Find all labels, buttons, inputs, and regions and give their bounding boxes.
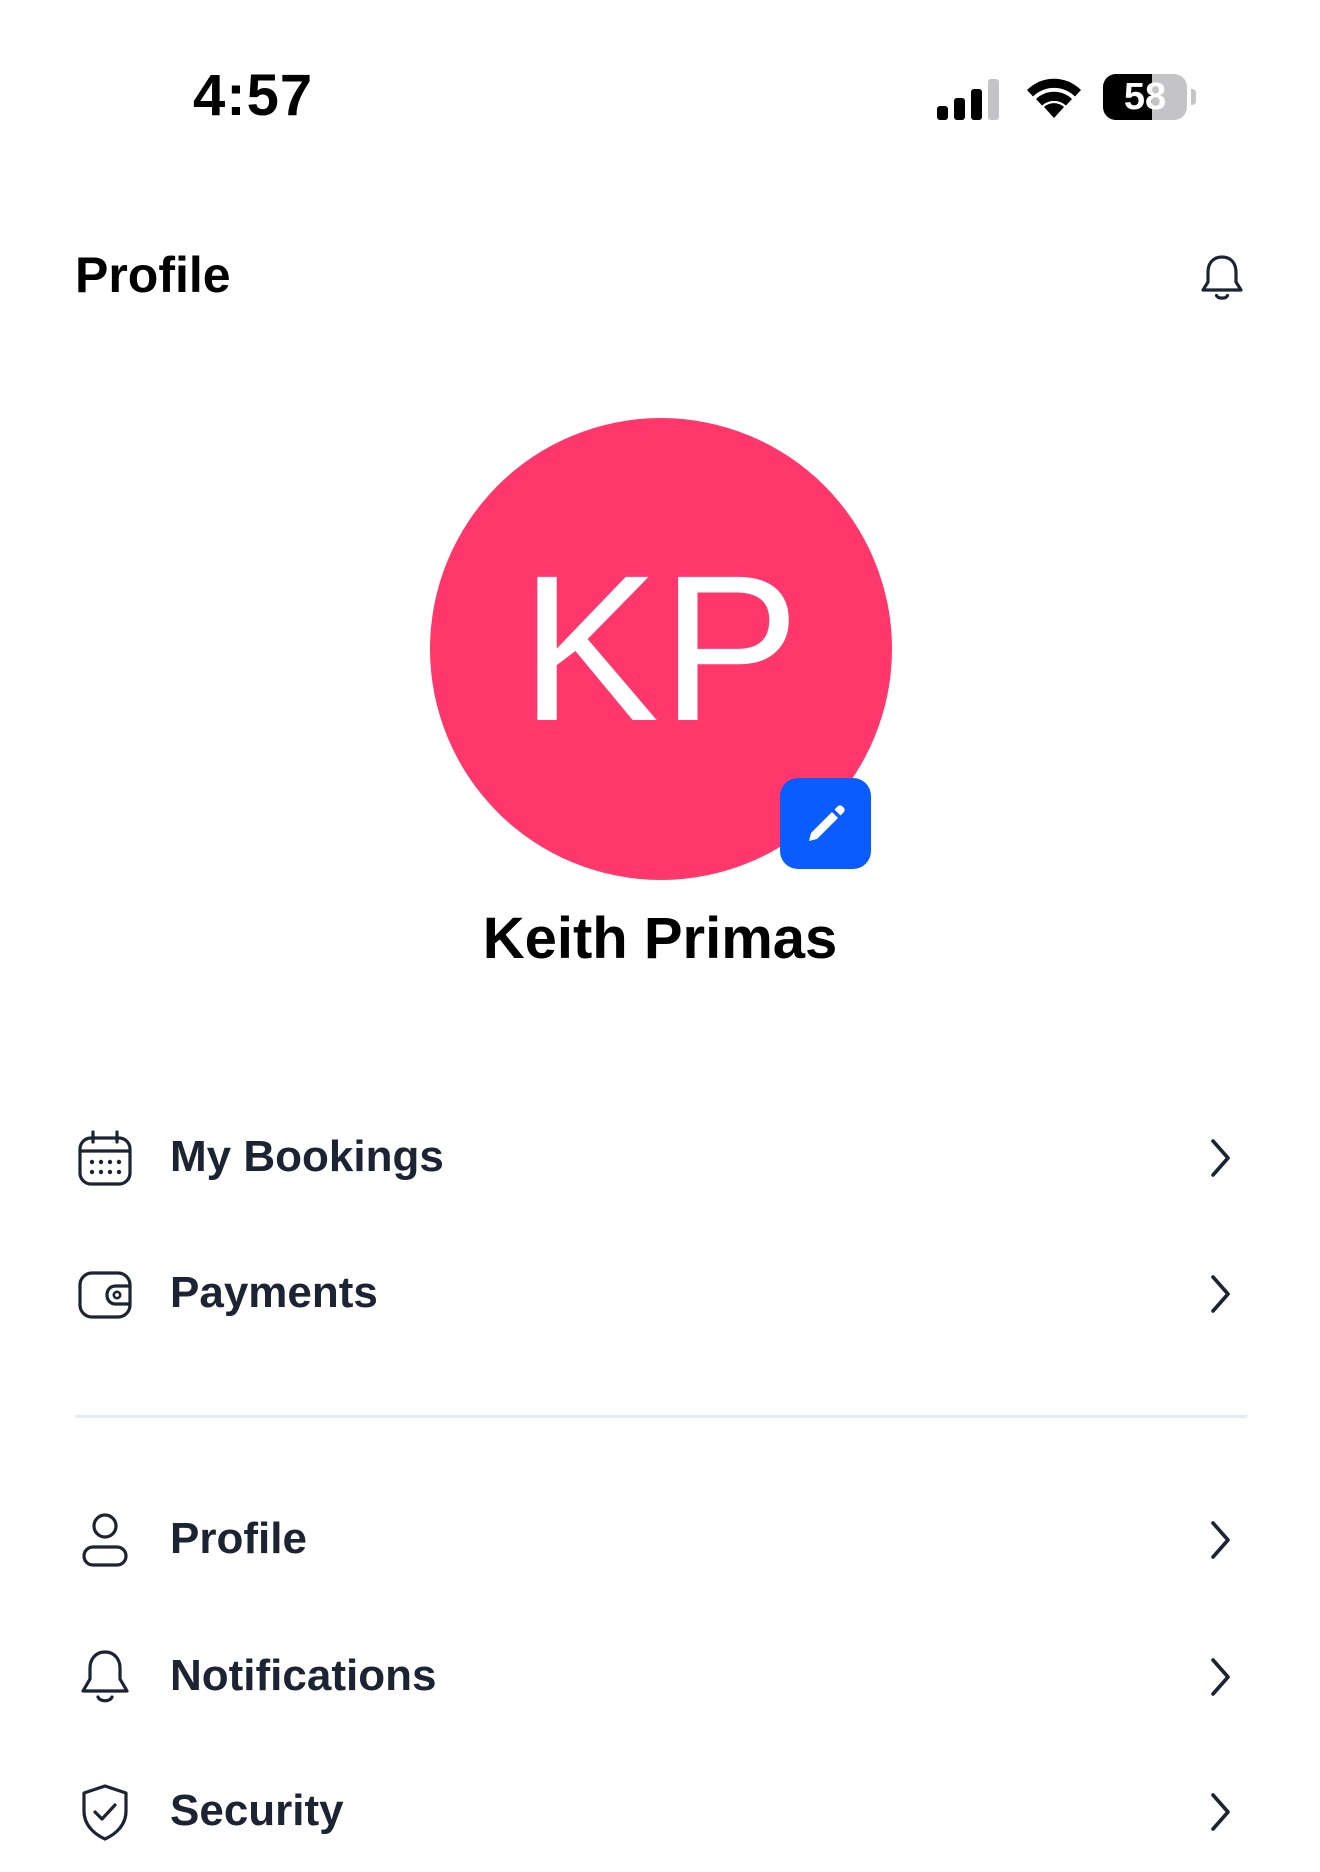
edit-avatar-button[interactable] — [780, 778, 871, 869]
shield-icon — [82, 1784, 128, 1841]
menu-label: Profile — [170, 1514, 307, 1563]
battery-cap — [1191, 89, 1196, 105]
status-time: 4:57 — [193, 63, 314, 128]
menu-item-notifications[interactable]: Notifications — [0, 1617, 1320, 1737]
status-bar: 4:57 58 — [0, 0, 1320, 190]
bell-icon[interactable] — [1192, 248, 1252, 308]
bell-icon — [81, 1650, 129, 1703]
page-title: Profile — [75, 247, 231, 303]
calendar-icon — [78, 1130, 132, 1186]
chevron-right-icon — [1211, 1275, 1230, 1313]
menu-item-payments[interactable]: Payments — [0, 1234, 1320, 1354]
menu-item-my-bookings[interactable]: My Bookings — [0, 1098, 1320, 1218]
battery-level: 58 — [1123, 76, 1167, 118]
signal-icon — [937, 79, 999, 120]
menu-label: My Bookings — [170, 1132, 444, 1181]
battery-icon: 58 — [1103, 74, 1196, 120]
chevron-right-icon — [1211, 1658, 1230, 1696]
wifi-icon — [1027, 78, 1081, 118]
user-name: Keith Primas — [482, 906, 838, 971]
pencil-icon — [809, 805, 845, 841]
menu-label: Notifications — [170, 1651, 437, 1700]
battery-body: 58 — [1103, 74, 1187, 120]
section-divider — [75, 1415, 1247, 1418]
chevron-right-icon — [1211, 1521, 1230, 1559]
menu-item-profile[interactable]: Profile — [0, 1480, 1320, 1600]
chevron-right-icon — [1211, 1793, 1230, 1831]
wallet-icon — [78, 1271, 132, 1319]
menu-item-security[interactable]: Security — [0, 1752, 1320, 1872]
menu-label: Security — [170, 1786, 344, 1835]
menu-label: Payments — [170, 1268, 378, 1317]
user-icon — [82, 1513, 128, 1567]
chevron-right-icon — [1211, 1139, 1230, 1177]
